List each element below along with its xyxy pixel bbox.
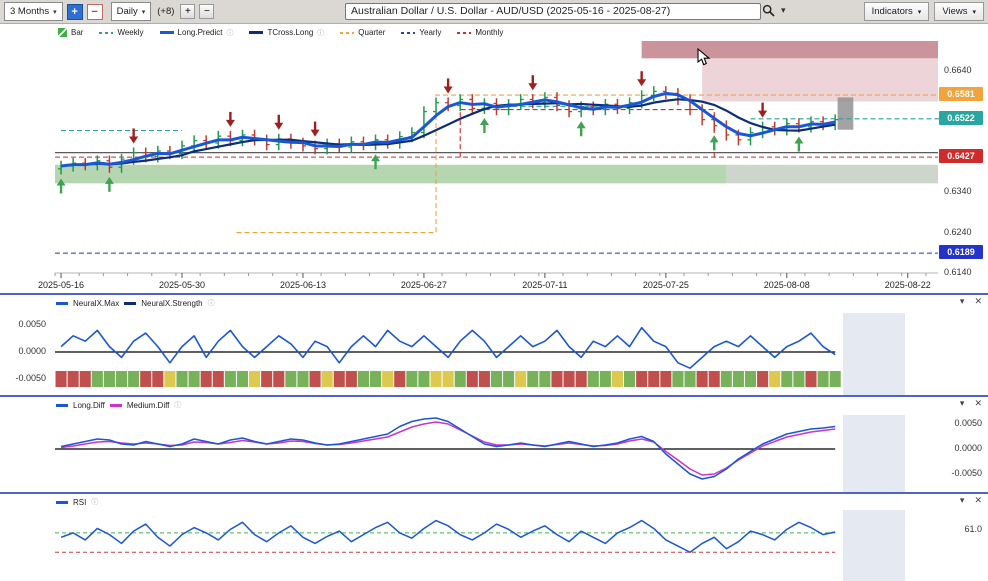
medium-diff-label: Medium.Diff (127, 401, 170, 410)
legend-item-weekly[interactable]: Weekly (99, 28, 143, 37)
toolbar: 3 Months ▾ + − Daily ▾ (+8) + − Australi… (0, 0, 988, 24)
rsi-swatch (56, 501, 68, 504)
long-diff-label: Long.Diff (73, 401, 105, 410)
bar-style-icon (58, 28, 67, 37)
search-icon[interactable] (762, 4, 775, 22)
period-select[interactable]: Daily ▾ (111, 2, 152, 21)
mouse-cursor (697, 48, 711, 71)
panel-close-button[interactable]: ✕ (974, 398, 982, 409)
indicators-button[interactable]: Indicators ▾ (864, 2, 930, 21)
info-icon: ⓘ (226, 28, 233, 38)
svg-text:2025-05-30: 2025-05-30 (159, 280, 205, 290)
neuralx-max-label: NeuralX.Max (73, 299, 119, 308)
svg-text:2025-08-08: 2025-08-08 (764, 280, 810, 290)
info-icon: ⓘ (317, 28, 324, 38)
panel-close-button[interactable]: ✕ (974, 495, 982, 506)
legend-label: Quarter (358, 28, 385, 37)
zoom-out-button[interactable]: − (87, 4, 103, 20)
svg-text:2025-06-13: 2025-06-13 (280, 280, 326, 290)
svg-text:2025-05-16: 2025-05-16 (38, 280, 84, 290)
legend-item-tcross-long[interactable]: TCross.Long ⓘ (249, 28, 324, 38)
legend-label: Bar (71, 28, 83, 37)
chevron-down-icon: ▾ (53, 8, 57, 16)
price-axis-label: 0.6240 (944, 227, 972, 237)
legend-label: TCross.Long (267, 28, 313, 37)
legend-item-monthly[interactable]: Monthly (457, 28, 503, 37)
info-icon: ⓘ (208, 298, 215, 308)
legend-label: Long.Predict (178, 28, 223, 37)
neuralx-panel-legend: NeuralX.Max NeuralX.Strength ⓘ (56, 298, 215, 308)
neuralx-panel: NeuralX.Max NeuralX.Strength ⓘ ▾ ✕ 0.005… (0, 293, 988, 397)
timeframe-value: 3 Months (10, 6, 49, 17)
zoom-in-button[interactable]: + (67, 4, 83, 20)
rsi-canvas[interactable] (0, 510, 988, 581)
rsi-panel-legend: RSI ⓘ (56, 497, 98, 507)
legend-item-yearly[interactable]: Yearly (401, 28, 441, 37)
diff-panel-legend: Long.Diff Medium.Diff ⓘ (56, 400, 181, 410)
price-axis-label: 0.6140 (944, 267, 972, 277)
legend-item-bar[interactable]: Bar (58, 28, 83, 37)
add-bars-button[interactable]: + (180, 4, 195, 19)
price-level-badge: 0.6581 (939, 87, 983, 101)
price-axis-label: 0.6640 (944, 65, 972, 75)
svg-text:2025-07-11: 2025-07-11 (522, 280, 567, 290)
diff-panel: Long.Diff Medium.Diff ⓘ ▾ ✕ 0.0050 0.000… (0, 395, 988, 494)
neuralx-strength-label: NeuralX.Strength (141, 299, 202, 308)
price-level-badge: 0.6522 (939, 111, 983, 125)
bar-count-label: (+8) (157, 6, 174, 17)
price-axis: 0.6640 0.6340 0.6240 0.6140 0.6581 0.6522 0.64… (939, 41, 988, 293)
legend-item-quarter[interactable]: Quarter (340, 28, 385, 37)
price-chart-canvas[interactable]: 2025-05-16 2025-05-30 2025-06-13 2025-06-27… (0, 41, 988, 293)
price-level-badge: 0.6427 (939, 149, 983, 163)
neuralx-canvas[interactable] (0, 313, 988, 395)
neuralx-max-swatch (56, 302, 68, 305)
symbol-dropdown-caret[interactable]: ▾ (781, 5, 786, 16)
rsi-label: RSI (73, 498, 86, 507)
legend-label: Monthly (475, 28, 503, 37)
timeframe-select[interactable]: 3 Months ▾ (4, 2, 63, 21)
symbol-title-input[interactable]: Australian Dollar / U.S. Dollar - AUD/US… (345, 3, 761, 20)
period-value: Daily (117, 6, 138, 17)
legend-label: Weekly (117, 28, 143, 37)
chevron-down-icon: ▾ (142, 8, 146, 16)
chevron-down-icon: ▾ (918, 8, 922, 16)
weekly-line-swatch (99, 32, 113, 34)
price-axis-label: 0.6340 (944, 186, 972, 196)
monthly-line-swatch (457, 32, 471, 34)
neuralx-strength-swatch (124, 302, 136, 305)
price-level-badge: 0.6189 (939, 245, 983, 259)
legend-item-long-predict[interactable]: Long.Predict ⓘ (160, 28, 234, 38)
info-icon: ⓘ (91, 497, 98, 507)
views-button[interactable]: Views ▾ (934, 2, 984, 21)
panel-collapse-button[interactable]: ▾ (960, 398, 965, 409)
remove-bars-button[interactable]: − (199, 4, 214, 19)
quarter-line-swatch (340, 32, 354, 34)
legend-label: Yearly (419, 28, 441, 37)
chart-legend-row: Bar Weekly Long.Predict ⓘ TCross.Long ⓘ … (0, 24, 988, 41)
svg-text:2025-07-25: 2025-07-25 (643, 280, 689, 290)
long-predict-line-swatch (160, 31, 174, 34)
tcross-long-line-swatch (249, 31, 263, 34)
main-price-chart[interactable]: 2025-05-16 2025-05-30 2025-06-13 2025-06-27… (0, 41, 988, 293)
rsi-panel: RSI ⓘ ▾ ✕ 61.0 (0, 492, 988, 581)
info-icon: ⓘ (174, 400, 181, 410)
panel-collapse-button[interactable]: ▾ (960, 495, 965, 506)
long-diff-swatch (56, 404, 68, 407)
medium-diff-swatch (110, 404, 122, 407)
svg-text:2025-06-27: 2025-06-27 (401, 280, 447, 290)
svg-text:2025-08-22: 2025-08-22 (885, 280, 931, 290)
chevron-down-icon: ▾ (972, 8, 976, 16)
yearly-line-swatch (401, 32, 415, 34)
panel-close-button[interactable]: ✕ (974, 296, 982, 307)
diff-canvas[interactable] (0, 415, 988, 492)
panel-collapse-button[interactable]: ▾ (960, 296, 965, 307)
